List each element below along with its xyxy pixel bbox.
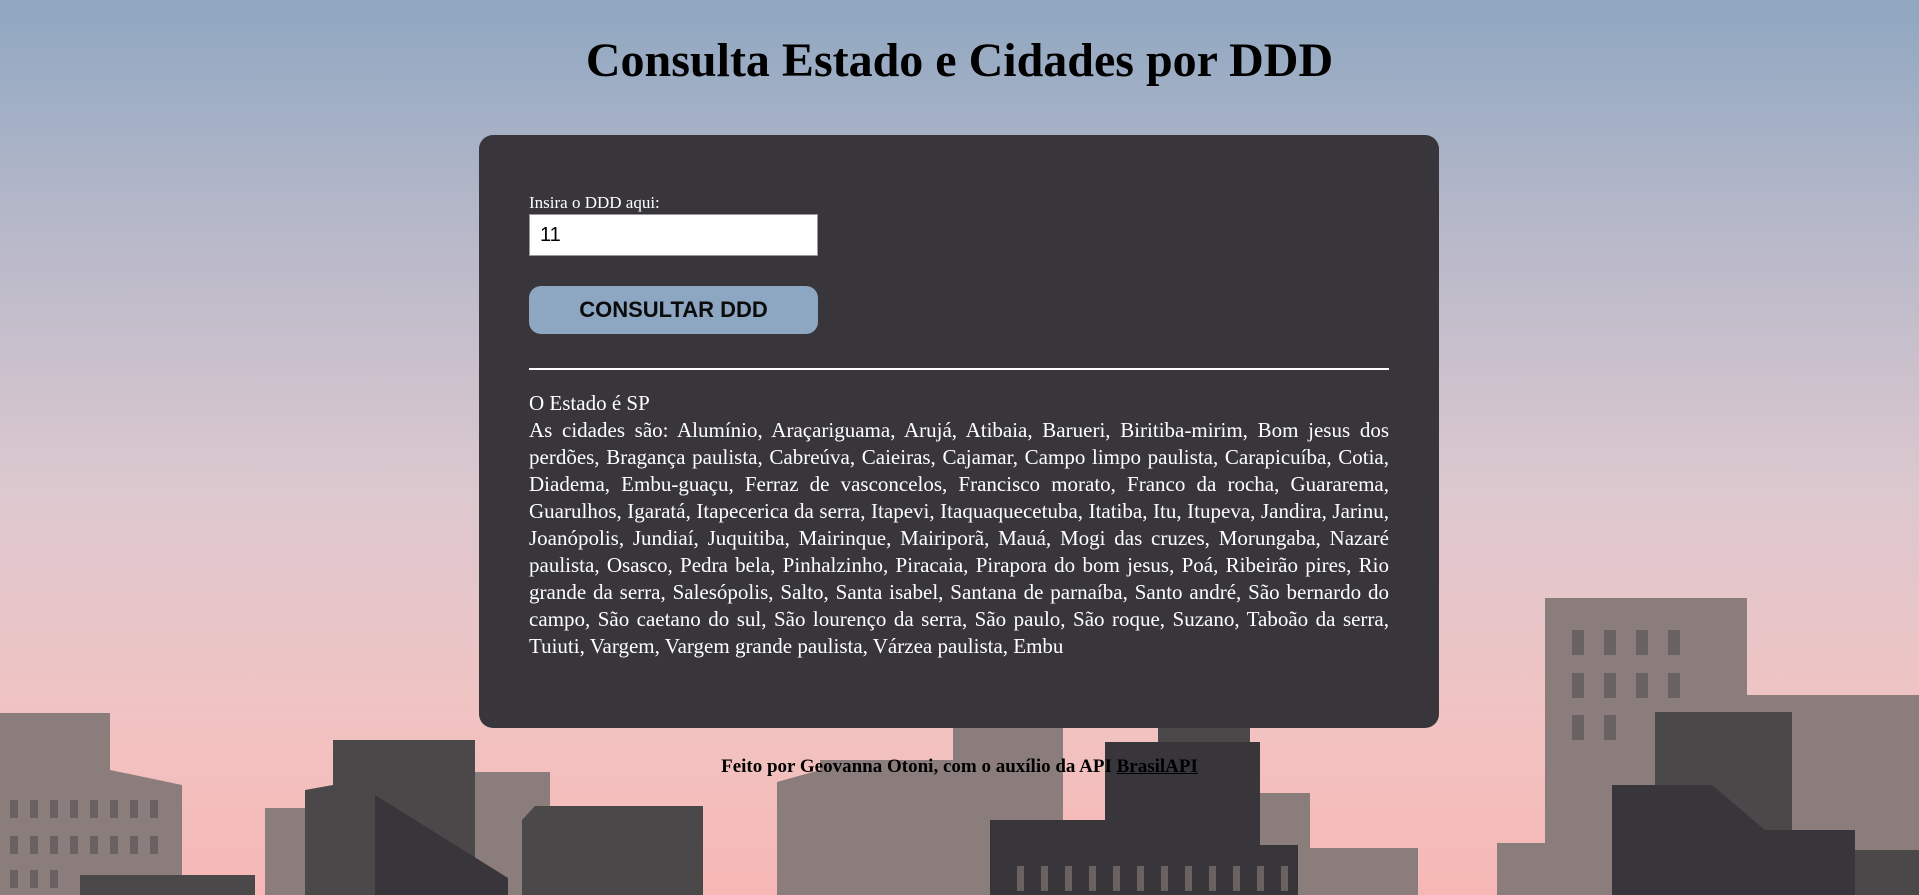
result-section: O Estado é SP As cidades são: Alumínio, … [529, 390, 1389, 660]
cities-result-text: As cidades são: Alumínio, Araçariguama, … [529, 418, 1389, 658]
ddd-input-label: Insira o DDD aqui: [529, 193, 660, 212]
footer-credit: Feito por Geovanna Otoni, com o auxílio … [0, 755, 1919, 779]
ddd-lookup-card: Insira o DDD aqui: CONSULTAR DDD O Estad… [479, 135, 1439, 728]
state-result-text: O Estado é SP [529, 391, 650, 415]
page-title: Consulta Estado e Cidades por DDD [585, 34, 1334, 87]
brasilapi-link[interactable]: BrasilAPI [1117, 756, 1198, 777]
consult-ddd-button[interactable]: CONSULTAR DDD [529, 286, 818, 334]
footer-text: Feito por Geovanna Otoni, com o auxílio … [721, 756, 1117, 777]
result-divider [529, 368, 1389, 370]
ddd-input[interactable] [529, 214, 818, 256]
